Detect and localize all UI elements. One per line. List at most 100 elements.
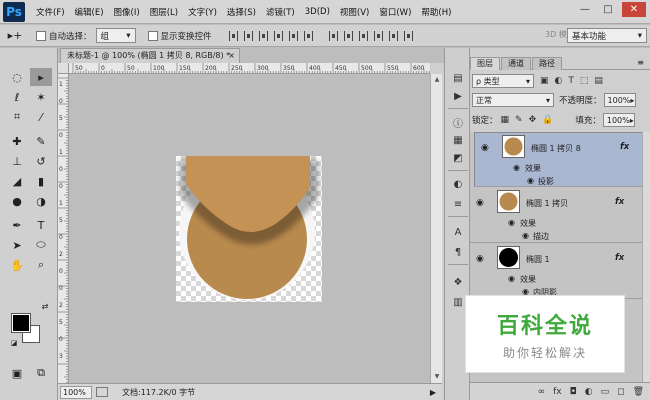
add-mask-icon[interactable]: ◘ [570, 387, 577, 397]
add-style-icon[interactable]: fx [553, 387, 562, 397]
align-vcenter-icon[interactable] [243, 30, 253, 41]
adjustments-panel-icon[interactable]: ◐ [448, 176, 468, 192]
distribute-hcenter-icon[interactable] [388, 30, 398, 41]
link-layers-icon[interactable]: ∞ [538, 387, 546, 397]
menu-3d[interactable]: 3D(D) [300, 7, 335, 17]
menu-layer[interactable]: 图层(L) [145, 6, 183, 18]
zoom-tool-icon[interactable]: ⌕ [30, 256, 52, 274]
new-group-icon[interactable]: ▭ [601, 387, 610, 397]
properties-panel-icon[interactable]: ≡ [448, 196, 468, 212]
close-button[interactable]: ✕ [622, 2, 646, 17]
styles-panel-icon[interactable]: ◩ [448, 150, 468, 166]
eyedropper-tool-icon[interactable]: ⁄ [30, 108, 52, 126]
distribute-bottom-icon[interactable] [358, 30, 368, 41]
effects-eye-icon[interactable]: ◉ [508, 274, 515, 283]
menu-filter[interactable]: 滤镜(T) [261, 6, 300, 18]
menu-help[interactable]: 帮助(H) [416, 6, 456, 18]
healing-brush-tool-icon[interactable]: ✚ [6, 132, 28, 150]
menu-window[interactable]: 窗口(W) [374, 6, 416, 18]
screen-mode-icon[interactable]: ⧉ [30, 364, 52, 382]
crop-tool-icon[interactable]: ⌗ [6, 108, 28, 126]
blend-mode-dropdown[interactable]: 正常 ▾ [472, 93, 554, 107]
opacity-field[interactable]: 100% ▸ [603, 93, 636, 107]
layers-scrollbar[interactable] [642, 132, 650, 400]
smart-filter-icon[interactable]: ▤ [594, 76, 603, 86]
close-icon[interactable]: × [228, 49, 235, 63]
menu-file[interactable]: 文件(F) [31, 6, 70, 18]
ellipse-tool-icon[interactable]: ⬭ [30, 236, 52, 254]
auto-select-dropdown[interactable]: 组 ▾ [95, 28, 136, 43]
layer-item[interactable]: ◉ 椭圆 1 拷贝 fx ◉ 效果 ◉ 描边 [470, 188, 642, 243]
lock-image-icon[interactable]: ✎ [515, 115, 523, 125]
effects-eye-icon[interactable]: ◉ [513, 163, 520, 172]
shape-filter-icon[interactable]: ⬚ [580, 76, 589, 86]
visibility-eye-icon[interactable]: ◉ [476, 198, 484, 208]
default-colors-icon[interactable]: ◪ [8, 338, 20, 348]
distribute-vcenter-icon[interactable] [343, 30, 353, 41]
show-transform-checkbox[interactable] [147, 30, 158, 41]
tab-layers[interactable]: 图层 [470, 57, 500, 70]
visibility-eye-icon[interactable]: ◉ [481, 143, 489, 153]
layer-filter-dropdown[interactable]: ρ 类型 ▾ [472, 74, 534, 88]
clone-stamp-tool-icon[interactable]: ⊥ [6, 152, 28, 170]
fx-badge[interactable]: fx [620, 142, 629, 152]
distribute-right-icon[interactable] [403, 30, 413, 41]
swatches-panel-icon[interactable]: ▦ [448, 132, 468, 148]
layer-item[interactable]: ◉ 椭圆 1 fx ◉ 效果 ◉ 内阴影 [470, 244, 642, 299]
effect-eye-icon[interactable]: ◉ [522, 231, 529, 240]
path-selection-tool-icon[interactable]: ➤ [6, 236, 28, 254]
fx-badge[interactable]: fx [615, 197, 624, 207]
layer-name[interactable]: 椭圆 1 拷贝 [526, 198, 568, 209]
move-tool-preset-icon[interactable]: ▸+ [0, 29, 30, 42]
align-left-icon[interactable] [273, 30, 283, 41]
swap-colors-icon[interactable]: ⇄ [38, 300, 52, 312]
info-panel-icon[interactable]: ⓘ [448, 114, 468, 130]
effect-name[interactable]: 投影 [538, 176, 554, 187]
marquee-tool-icon[interactable]: ◌ [6, 68, 28, 86]
new-layer-icon[interactable]: ◻ [617, 387, 624, 397]
scroll-down-icon[interactable]: ▼ [433, 373, 441, 381]
effect-eye-icon[interactable]: ◉ [527, 176, 534, 185]
minimize-button[interactable]: — [575, 2, 595, 17]
lock-all-icon[interactable]: 🔒 [542, 115, 553, 125]
history-brush-tool-icon[interactable]: ↺ [30, 152, 52, 170]
vertical-scrollbar[interactable]: ▲ ▼ [430, 74, 442, 383]
new-adjustment-icon[interactable]: ◐ [585, 387, 593, 397]
menu-type[interactable]: 文字(Y) [183, 6, 222, 18]
document-tab[interactable]: 未标题-1 @ 100% (椭圆 1 拷贝 8, RGB/8) * × [60, 48, 240, 63]
canvas-artwork[interactable] [176, 156, 322, 302]
visibility-eye-icon[interactable]: ◉ [476, 254, 484, 264]
effect-name[interactable]: 描边 [533, 231, 549, 242]
brush-tool-icon[interactable]: ✎ [30, 132, 52, 150]
menu-select[interactable]: 选择(S) [222, 6, 261, 18]
type-tool-icon[interactable]: T [30, 216, 52, 234]
align-hcenter-icon[interactable] [288, 30, 298, 41]
menu-view[interactable]: 视图(V) [335, 6, 374, 18]
dodge-tool-icon[interactable]: ◑ [30, 192, 52, 210]
paragraph-panel-icon[interactable]: ¶ [448, 244, 468, 260]
eraser-tool-icon[interactable]: ◢ [6, 172, 28, 190]
hand-tool-icon[interactable]: ✋ [6, 256, 28, 274]
align-bottom-icon[interactable] [258, 30, 268, 41]
zoom-level-field[interactable]: 100% [60, 385, 92, 399]
scroll-up-icon[interactable]: ▲ [433, 76, 441, 84]
effects-eye-icon[interactable]: ◉ [508, 218, 515, 227]
panel-menu-icon[interactable]: ≡ [637, 58, 644, 67]
layer-name[interactable]: 椭圆 1 拷贝 8 [531, 143, 581, 154]
pixel-filter-icon[interactable]: ▣ [540, 76, 549, 86]
actions-panel-icon[interactable]: ▶ [448, 88, 468, 104]
align-top-icon[interactable] [228, 30, 238, 41]
layer-name[interactable]: 椭圆 1 [526, 254, 550, 265]
3d-panel-icon[interactable]: ❖ [448, 274, 468, 290]
history-panel-icon[interactable]: ▤ [448, 70, 468, 86]
lock-transparent-icon[interactable]: ▦ [501, 115, 510, 125]
menu-image[interactable]: 图像(I) [109, 6, 145, 18]
adjustment-filter-icon[interactable]: ◐ [555, 76, 563, 86]
restore-button[interactable]: □ [598, 2, 618, 17]
workspace-dropdown[interactable]: 基本功能 ▾ [567, 28, 647, 43]
fill-field[interactable]: 100% ▸ [602, 113, 635, 127]
blur-tool-icon[interactable]: ● [6, 192, 28, 210]
type-filter-icon[interactable]: T [568, 76, 574, 86]
distribute-top-icon[interactable] [328, 30, 338, 41]
character-panel-icon[interactable]: A [448, 224, 468, 240]
